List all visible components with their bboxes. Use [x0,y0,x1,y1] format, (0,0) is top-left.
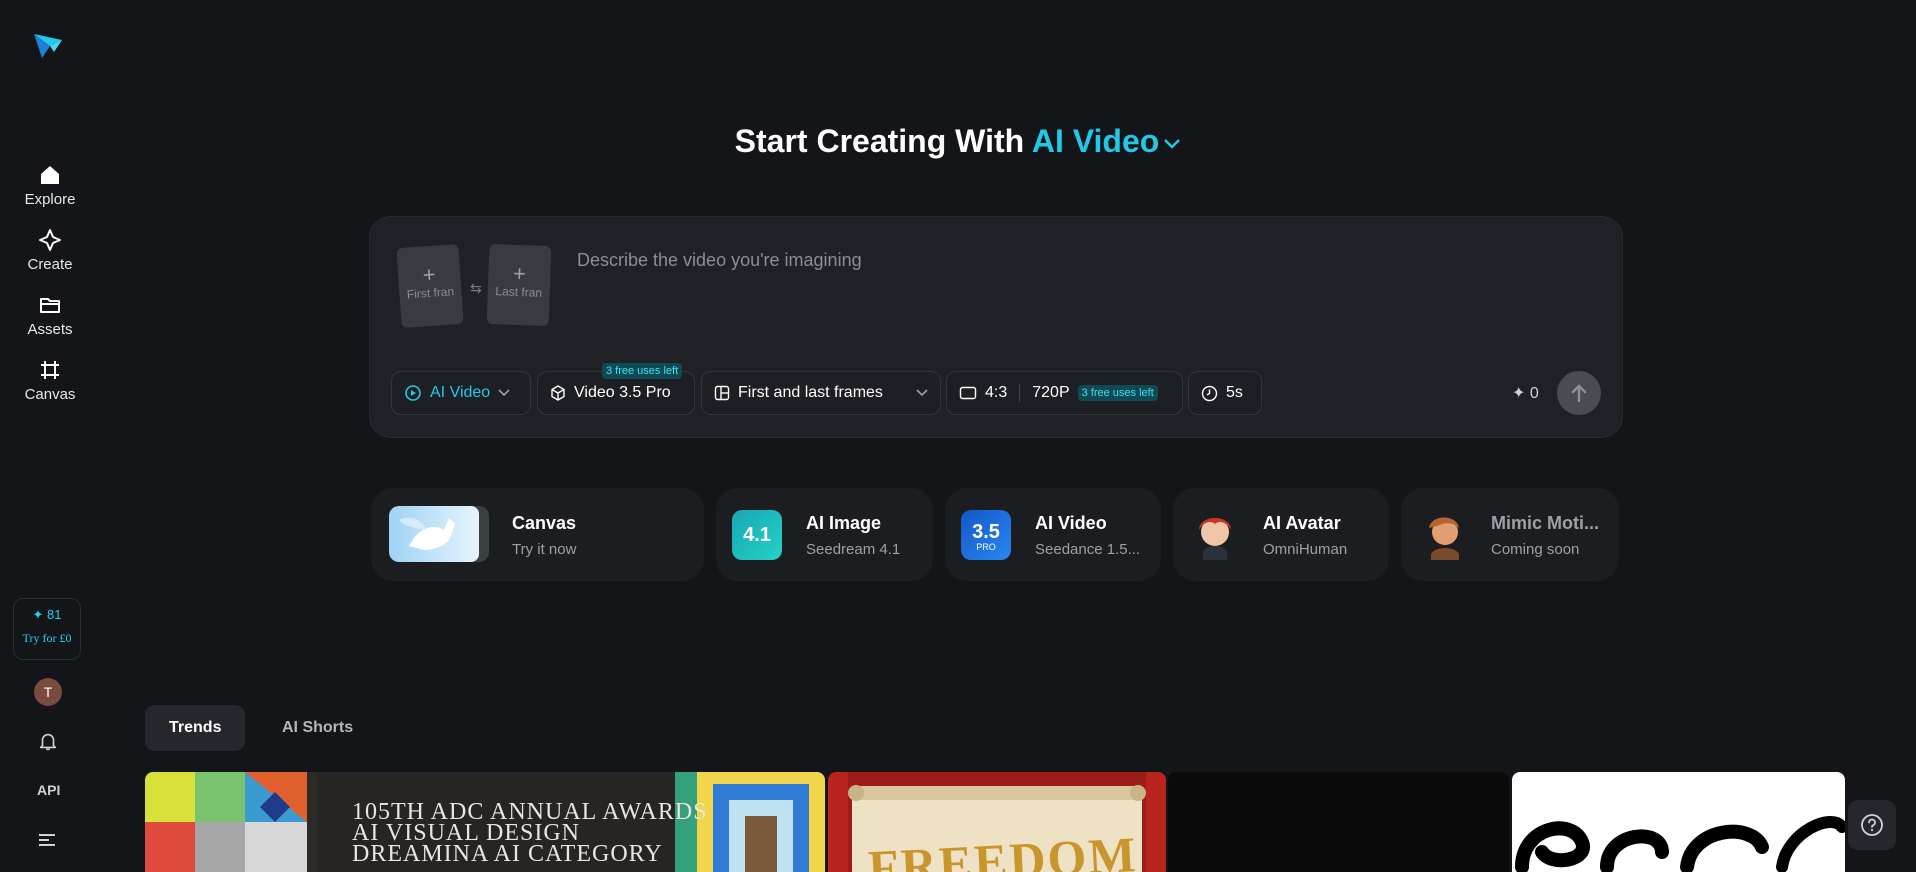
mode-switcher[interactable]: AI Video [1032,123,1181,159]
feature-title: AI Video [1035,513,1107,533]
sidebar-item-label: Canvas [24,386,76,403]
ai-video-version-badge: 3.5 [972,521,1000,543]
feature-title: AI Avatar [1263,513,1341,533]
ratio-resolution-selector[interactable]: 4:3 720P 3 free uses left [946,371,1183,415]
ai-image-thumbnail: 4.1 [732,510,782,560]
frames-mode-dropdown[interactable]: First and last frames [701,371,941,415]
mimic-motion-thumbnail [1429,517,1459,560]
sidebar-item-label: Explore [24,191,76,208]
model-selector-label: Video 3.5 Pro [574,384,671,401]
tab-trends[interactable]: Trends [145,705,246,751]
feature-subtitle: Try it now [512,541,577,558]
heading-prefix: Start Creating With [734,123,1025,159]
ai-image-version-badge: 4.1 [743,523,771,546]
chevron-down-icon [498,389,510,397]
divider [1019,384,1021,402]
home-icon [41,166,59,184]
gallery-item-dark[interactable] [1168,772,1509,872]
prompt-panel: + First fran ⇆ + Last fran AI Video 3 fr… [369,216,1623,438]
sparkle-diamond-icon [39,229,61,251]
feature-title: AI Image [806,513,882,533]
sidebar-item-assets[interactable]: Assets [0,293,100,339]
ink-brush-image [1515,816,1845,872]
feature-card-canvas[interactable]: Canvas Try it now [371,488,704,581]
generate-button[interactable] [1557,371,1601,415]
frames-mode-label: First and last frames [738,384,883,401]
try-free-link[interactable]: Try for £0 [14,631,80,646]
app-logo-icon[interactable] [32,30,64,62]
mode-dropdown-label: AI Video [430,384,491,401]
adc-award-title: 105TH ADC ANNUAL AWARDS AI VISUAL DESIGN… [352,800,708,867]
page-title: Start Creating With AI Video [0,123,1916,160]
arrow-up-icon [1571,384,1587,403]
help-button[interactable] [1848,800,1896,850]
plus-icon: + [512,260,527,287]
credits-value: 81 [47,607,62,622]
adc-line-3: DREAMINA AI CATEGORY [352,841,663,867]
gallery-item-adc-awards[interactable]: 105TH ADC ANNUAL AWARDS AI VISUAL DESIGN… [145,772,825,872]
crop-grid-icon [41,361,59,379]
credit-cost-value: 0 [1529,385,1539,402]
sidebar-item-canvas[interactable]: Canvas [0,358,100,404]
help-icon [1861,814,1883,836]
resolution-free-uses-badge: 3 free uses left [1077,385,1158,401]
mode-switcher-label: AI Video [1031,123,1160,159]
menu-icon[interactable] [38,832,56,848]
first-frame-upload[interactable]: + First fran [396,243,464,329]
duration-label: 5s [1226,384,1243,401]
ai-video-pro-label: PRO [976,542,996,552]
api-link[interactable]: API [37,782,60,798]
cube-icon [551,385,565,401]
feature-subtitle: Seedance 1.5... [1035,541,1141,558]
frames-icon [714,385,730,401]
credits-count: ✦ 81 [32,607,62,622]
sidebar-item-create[interactable]: Create [0,228,100,274]
gallery-item-freedom[interactable]: FREEDOM [828,772,1166,872]
ai-avatar-thumbnail [1199,518,1231,560]
last-frame-label: Last fran [495,284,543,300]
ai-video-thumbnail: 3.5 PRO [961,510,1011,560]
chevron-down-icon [916,389,928,397]
chevron-down-icon [1164,138,1181,149]
feature-card-ai-video[interactable]: 3.5 PRO AI Video Seedance 1.5... [945,488,1161,581]
feature-card-ai-image[interactable]: 4.1 AI Image Seedream 4.1 [716,488,933,581]
sidebar-item-label: Assets [27,321,73,338]
prompt-input[interactable] [575,239,1579,281]
canvas-pegasus-thumbnail [389,506,489,562]
credit-cost: ✦ 0 [1512,383,1539,403]
avatar[interactable]: T [34,678,62,706]
feature-title: Canvas [512,513,577,533]
tab-ai-shorts[interactable]: AI Shorts [258,705,377,751]
ai-video-icon [405,385,421,401]
mode-dropdown[interactable]: AI Video [391,371,531,415]
feature-subtitle: OmniHuman [1263,541,1348,558]
swap-icon[interactable]: ⇆ [470,280,482,297]
aspect-ratio-icon [959,386,977,400]
credits-box[interactable]: ✦ 81 Try for £0 [13,598,81,660]
duration-selector[interactable]: 5s [1188,371,1262,415]
resolution-label: 720P [1032,384,1070,401]
model-free-uses-badge: 3 free uses left [602,363,683,379]
sidebar-item-explore[interactable]: Explore [0,163,100,209]
feature-subtitle: Seedream 4.1 [806,541,901,558]
feature-card-mimic-motion[interactable]: Mimic Moti... Coming soon [1401,488,1619,581]
first-frame-label: First fran [406,284,455,302]
sparkle-icon: ✦ [1512,385,1526,402]
feature-subtitle: Coming soon [1491,541,1580,558]
feature-card-ai-avatar[interactable]: AI Avatar OmniHuman [1173,488,1389,581]
bell-icon[interactable] [37,730,59,752]
sidebar-item-label: Create [27,256,73,273]
ratio-label: 4:3 [985,384,1008,401]
clock-icon [1201,385,1218,401]
gallery-item-ink-horse[interactable] [1512,772,1845,872]
last-frame-upload[interactable]: + Last fran [486,243,552,327]
feature-title: Mimic Moti... [1491,513,1599,533]
folder-icon [40,298,60,313]
